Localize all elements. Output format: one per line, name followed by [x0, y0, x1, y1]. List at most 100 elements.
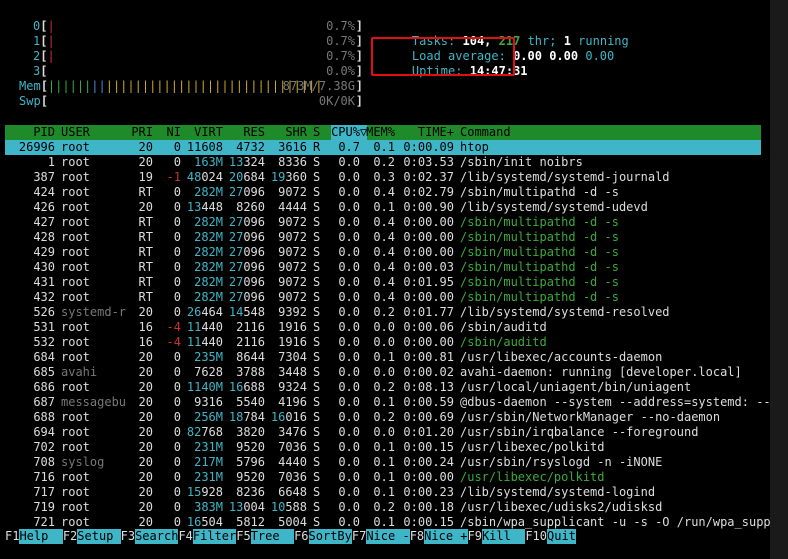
- fkey-f1[interactable]: F1Help: [5, 529, 63, 544]
- process-row[interactable]: 526 systemd-r 20 0 26464 14548 9392 S 0.0 0.2 0:01…: [5, 305, 761, 320]
- process-row[interactable]: 427 root RT 0 282M 27096 9072 S 0.0 0.4 0:00.00/sb…: [5, 215, 761, 230]
- process-row[interactable]: 686 root 20 0 1140M 16688 9324 S 0.0 0.2 0:08.13/u…: [5, 380, 761, 395]
- process-row[interactable]: 716 root 20 0 231M 9520 7036 S 0.0 0.1 0:00.00/usr…: [5, 470, 761, 485]
- column-header-s[interactable]: S: [313, 125, 320, 140]
- cell-cpu: 0.7: [338, 140, 360, 154]
- cell-s: S: [313, 410, 321, 424]
- column-header-time[interactable]: TIME+: [418, 125, 454, 140]
- cell-pid: 716: [33, 470, 55, 484]
- process-row[interactable]: 387 root 19 -1 48024 20684 19360 S 0.0 0.3 0:02.37…: [5, 170, 761, 185]
- process-row[interactable]: 429 root RT 0 282M 27096 9072 S 0.0 0.4 0:00.00/sb…: [5, 245, 761, 260]
- process-row[interactable]: 426 root 20 0 13448 8260 4444 S 0.0 0.1 0:00.90/li…: [5, 200, 761, 215]
- process-row[interactable]: 532 root 16 -4 11440 2116 1916 S 0.0 0.0 0:00.00/s…: [5, 335, 761, 350]
- fkey-f4[interactable]: F4Filter: [178, 529, 237, 544]
- column-header-command[interactable]: Command: [460, 125, 511, 140]
- scrollbar[interactable]: [770, 0, 788, 559]
- cell-mem: 0.2: [373, 305, 395, 319]
- fkey-f2[interactable]: F2Setup: [63, 529, 121, 544]
- process-row[interactable]: 694 root 20 0 82768 3820 3476 S 0.0 0.0 0:01.20/us…: [5, 425, 761, 440]
- process-row[interactable]: 719 root 20 0 383M 13004 10588 S 0.0 0.2 0:00.18/u…: [5, 500, 761, 515]
- cell-command: /usr/sbin/irqbalance --foreground: [460, 425, 699, 439]
- column-header-shr[interactable]: SHR: [285, 125, 307, 140]
- cell-time: 0:00.59: [403, 395, 454, 409]
- fkey-action: Search: [135, 529, 179, 544]
- cell-cpu: 0.0: [338, 275, 360, 289]
- cell-cpu: 0.0: [338, 215, 360, 229]
- fkey-f6[interactable]: F6SortBy: [294, 529, 352, 544]
- cell-time: 0:02.37: [403, 170, 454, 184]
- column-header-ni[interactable]: NI: [167, 125, 181, 140]
- fkey-f5[interactable]: F5Tree: [236, 529, 295, 544]
- process-row[interactable]: 685 avahi 20 0 7628 3788 3448 S 0.0 0.0 0:00.02 ava…: [5, 365, 761, 380]
- cell-time: 0:01.20: [403, 425, 454, 439]
- cell-cpu: 0.0: [338, 155, 360, 169]
- cell-ni: 0: [173, 275, 181, 289]
- cell-res: 16688: [228, 380, 265, 394]
- cell-virt: 282M: [194, 185, 223, 199]
- cell-command: /usr/libexec/polkitd: [460, 470, 605, 484]
- cell-pid: 387: [33, 170, 55, 184]
- process-row[interactable]: 531 root 16 -4 11440 2116 1916 S 0.0 0.0 0:00.06/s…: [5, 320, 761, 335]
- cell-user: root: [61, 350, 90, 364]
- column-header-pri[interactable]: PRI: [131, 125, 153, 140]
- column-header-cpu[interactable]: CPU%▽: [331, 125, 368, 140]
- cell-pri: 16: [138, 320, 153, 334]
- fkey-f7[interactable]: F7Nice -: [352, 529, 410, 544]
- cell-command: /sbin/multipathd -d -s: [460, 245, 619, 259]
- process-row[interactable]: 431 root RT 0 282M 27096 9072 S 0.0 0.4 0:01.95/sb…: [5, 275, 761, 290]
- column-header-res[interactable]: RES: [243, 125, 265, 140]
- process-row[interactable]: 1 root 20 0 163M 13324 8336 S 0.0 0.2 0:03.53/sbin…: [5, 155, 761, 170]
- cell-time: 0:00.03: [403, 260, 454, 274]
- process-row[interactable]: 721 root 20 0 16504 5812 5004 S 0.0 0.1 0:00.15/sb…: [5, 515, 770, 530]
- fkey-label: F6: [294, 529, 309, 543]
- cell-ni: 0: [173, 185, 181, 199]
- process-row[interactable]: 702 root 20 0 231M 9520 7036 S 0.0 0.1 0:00.15/usr…: [5, 440, 761, 455]
- cell-virt: 235M: [194, 350, 223, 364]
- process-row[interactable]: 26996 root 20 0 11608 4732 3616 R 0.7 0.1 0:00.09 h…: [5, 140, 761, 155]
- process-table-header[interactable]: PID USER PRI NI VIRT RES SHR S CPU%▽ MEM% TIME+ Com…: [5, 125, 761, 140]
- process-row[interactable]: 424 root RT 0 282M 27096 9072 S 0.0 0.4 0:02.79/sb…: [5, 185, 761, 200]
- column-header-mem[interactable]: MEM%: [366, 125, 395, 140]
- process-row[interactable]: 432 root RT 0 282M 27096 9072 S 0.0 0.4 0:00.00/sb…: [5, 290, 761, 305]
- cell-time: 0:08.13: [403, 380, 454, 394]
- cell-res: 27096: [228, 185, 265, 199]
- cell-virt: 282M: [194, 290, 223, 304]
- cpu-meter-1: 1[| 0.7%]: [33, 34, 363, 49]
- cell-user: root: [61, 380, 90, 394]
- fkey-f3[interactable]: F3Search: [121, 529, 179, 544]
- fkey-f9[interactable]: F9Kill: [468, 529, 526, 544]
- process-row[interactable]: 717 root 20 0 15928 8236 6648 S 0.0 0.1 0:00.23/li…: [5, 485, 761, 500]
- cell-time: 0:00.81: [403, 350, 454, 364]
- cell-user: root: [61, 290, 90, 304]
- process-row[interactable]: 428 root RT 0 282M 27096 9072 S 0.0 0.4 0:00.00/sb…: [5, 230, 761, 245]
- column-header-pid[interactable]: PID: [33, 125, 55, 140]
- cell-time: 0:02.79: [403, 185, 454, 199]
- fkey-f10[interactable]: F10Quit: [525, 529, 576, 544]
- cell-ni: 0: [173, 305, 181, 319]
- cell-pri: 20: [138, 140, 153, 154]
- cell-s: S: [313, 425, 321, 439]
- process-row[interactable]: 684 root 20 0 235M 8644 7304 S 0.0 0.1 0:00.81/usr…: [5, 350, 761, 365]
- process-row[interactable]: 430 root RT 0 282M 27096 9072 S 0.0 0.4 0:00.03/sb…: [5, 260, 761, 275]
- process-row[interactable]: 708 syslog 20 0 217M 5796 4440 S 0.0 0.1 0:00.24/u…: [5, 455, 761, 470]
- cell-shr: 3448: [278, 365, 307, 379]
- cell-user: root: [61, 260, 90, 274]
- cell-user: root: [61, 155, 90, 169]
- cell-s: S: [313, 215, 321, 229]
- fkey-label: F3: [120, 529, 136, 543]
- cell-command: /sbin/multipathd -d -s: [460, 260, 619, 274]
- cell-virt: 282M: [194, 275, 223, 289]
- column-header-user[interactable]: USER: [61, 125, 90, 140]
- process-row[interactable]: 687 messagebu 20 0 9316 5540 4196 S 0.0 0.1 0:00.5…: [5, 395, 770, 410]
- column-header-virt[interactable]: VIRT: [194, 125, 223, 140]
- cell-pid: 426: [33, 200, 55, 214]
- fkey-action: Quit: [547, 529, 576, 544]
- cell-time: 0:00.00: [403, 230, 454, 244]
- fkey-f8[interactable]: F8Nice +: [410, 529, 468, 544]
- process-row[interactable]: 688 root 20 0 256M 18784 16016 S 0.0 0.2 0:00.69/u…: [5, 410, 761, 425]
- cell-command: /lib/systemd/systemd-resolved: [460, 305, 670, 319]
- cell-shr: 5004: [278, 515, 307, 529]
- cell-ni: 0: [173, 425, 181, 439]
- cell-mem: 0.1: [373, 455, 395, 469]
- cell-cpu: 0.0: [338, 485, 360, 499]
